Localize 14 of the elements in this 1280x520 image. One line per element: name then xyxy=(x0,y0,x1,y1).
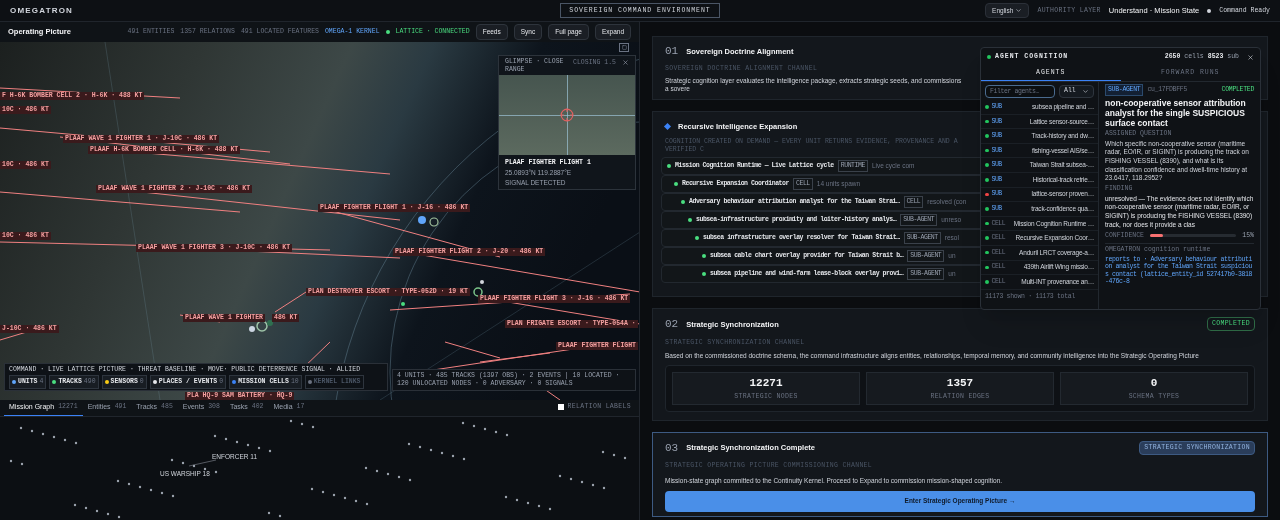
close-icon[interactable] xyxy=(622,59,629,66)
target-reticle-icon xyxy=(560,108,574,122)
square-icon[interactable] xyxy=(619,43,629,52)
close-icon[interactable] xyxy=(1247,53,1254,61)
stat-value: 0 xyxy=(1150,376,1158,392)
stat-value: 12271 xyxy=(749,376,783,392)
caret-icon xyxy=(1082,87,1089,95)
agent-title: non-cooperative sensor attribution analyst for the single SUSPICIOUS surface contact xyxy=(1105,97,1247,128)
caret-icon xyxy=(1015,7,1023,14)
stat-value: 1357 xyxy=(946,376,974,392)
section-number: 02 xyxy=(665,317,679,332)
app-name: OMEGATRON xyxy=(10,4,74,17)
section-number: 01 xyxy=(665,44,679,59)
section-number: 03 xyxy=(665,440,679,456)
